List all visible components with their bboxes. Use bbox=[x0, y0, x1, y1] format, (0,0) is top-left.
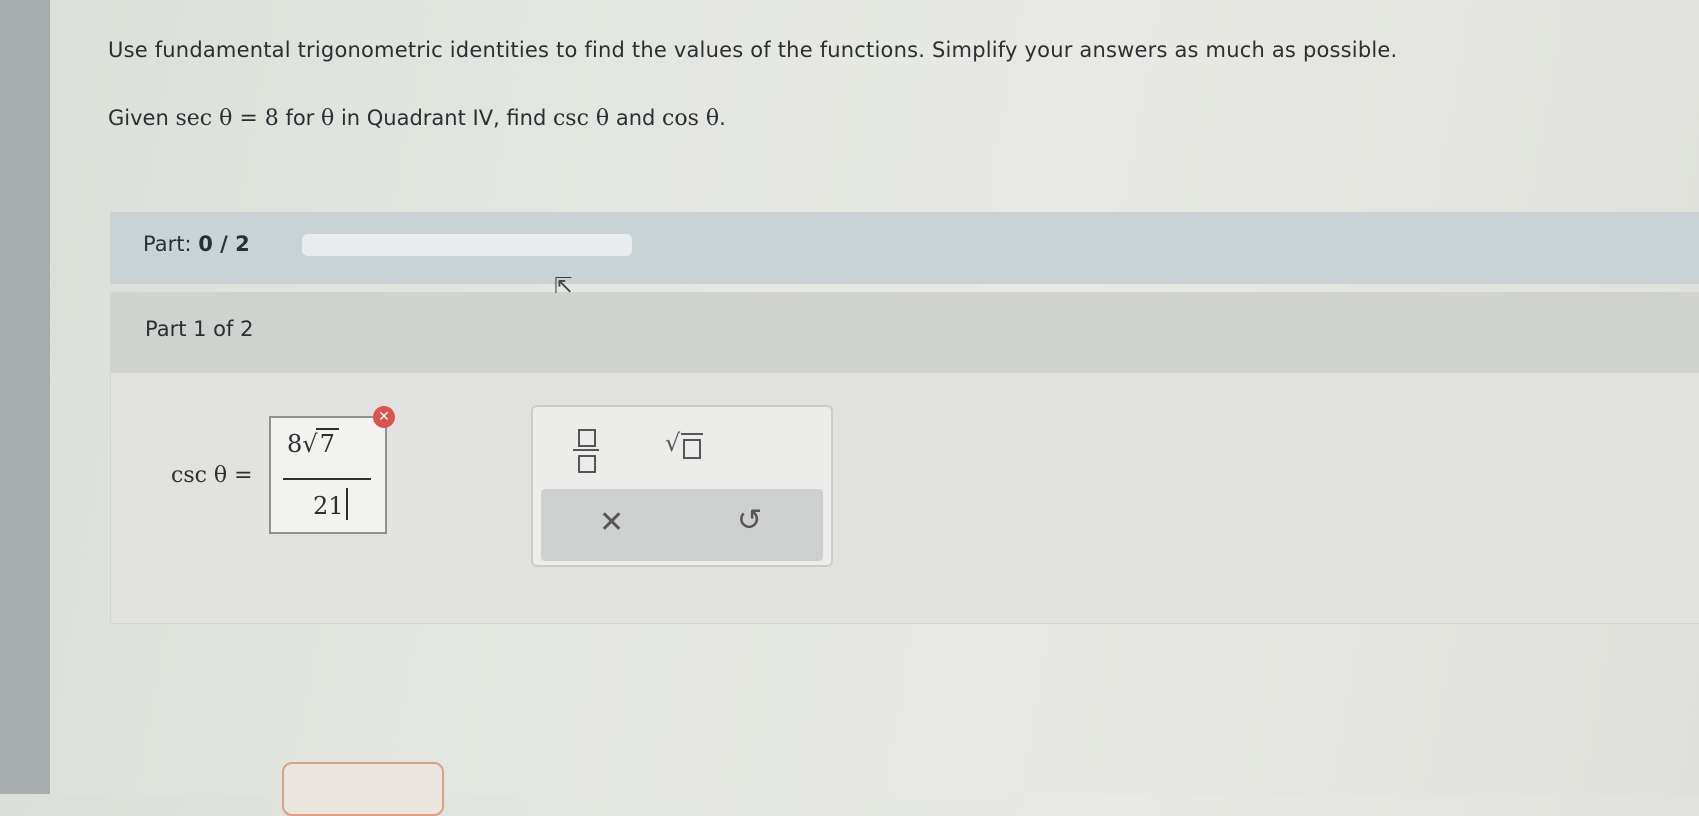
answer-radicand: 7 bbox=[315, 428, 339, 458]
left-sidebar bbox=[0, 0, 50, 794]
progress-label: Part: 0 / 2 bbox=[143, 232, 250, 256]
answer-coefficient: 8 bbox=[287, 430, 303, 458]
sqrt-box bbox=[683, 439, 701, 459]
fraction-icon[interactable] bbox=[573, 427, 599, 475]
question-instructions: Use fundamental trigonometric identities… bbox=[108, 38, 1398, 62]
answer-denominator: 21 bbox=[313, 492, 344, 520]
part-header: Part 1 of 2 bbox=[111, 293, 1699, 373]
given-and: and bbox=[615, 106, 656, 130]
answer-fraction: 8√7 21 bbox=[271, 418, 385, 532]
progress-bar-section: Part: 0 / 2 bbox=[110, 212, 1699, 284]
fraction-bar bbox=[283, 478, 371, 480]
sqrt-icon[interactable]: √ bbox=[661, 425, 711, 465]
part-title: Part 1 of 2 bbox=[145, 317, 254, 341]
mouse-cursor-icon: ⇱ bbox=[554, 274, 573, 299]
given-period: . bbox=[719, 106, 726, 130]
clear-icon[interactable]: ✕ bbox=[599, 505, 624, 540]
given-cos: cos θ bbox=[662, 106, 720, 131]
given-theta: θ bbox=[321, 106, 335, 131]
question-given: Given sec θ = 8 for θ in Quadrant IV, fi… bbox=[108, 106, 726, 131]
given-prefix: Given bbox=[108, 106, 169, 130]
answer-numerator: 8√7 bbox=[287, 428, 339, 458]
equation-label: csc θ = bbox=[171, 463, 253, 488]
progress-track bbox=[302, 234, 632, 256]
fraction-bottom-box bbox=[578, 455, 596, 473]
given-for: for bbox=[285, 106, 315, 130]
progress-value: 0 / 2 bbox=[198, 232, 250, 256]
given-quadrant: in Quadrant IV, find bbox=[340, 106, 547, 130]
toolbox-actions: ✕ ↺ bbox=[541, 489, 823, 561]
fraction-line bbox=[573, 449, 599, 451]
text-cursor bbox=[345, 488, 348, 520]
undo-icon[interactable]: ↺ bbox=[737, 503, 762, 538]
answer-denominator-wrap: 21 bbox=[313, 488, 348, 520]
part-panel: Part 1 of 2 csc θ = 8√7 21 ✕ √ ✕ ↺ bbox=[110, 292, 1699, 624]
math-toolbox: √ ✕ ↺ bbox=[531, 405, 833, 567]
fraction-top-box bbox=[578, 429, 596, 447]
check-button[interactable] bbox=[282, 762, 444, 816]
error-x-icon: ✕ bbox=[373, 406, 395, 428]
progress-label-text: Part: bbox=[143, 232, 192, 256]
sqrt-symbol: √ bbox=[665, 429, 681, 457]
given-expression: sec θ = 8 bbox=[175, 106, 279, 131]
answer-input[interactable]: 8√7 21 bbox=[269, 416, 387, 534]
sqrt-overline bbox=[681, 433, 703, 435]
given-csc: csc θ bbox=[552, 106, 610, 131]
